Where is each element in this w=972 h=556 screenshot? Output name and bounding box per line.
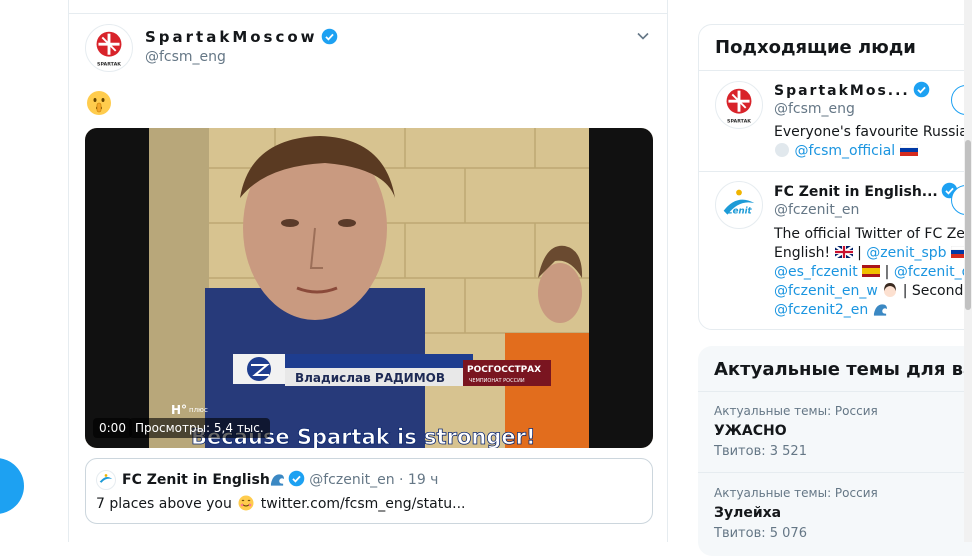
wave-emoji-icon: [270, 474, 284, 486]
trend-category: Актуальные темы: Россия: [714, 404, 878, 418]
trends-panel: Актуальные темы для вас Актуальные темы:…: [698, 346, 972, 556]
svg-text:Zenit: Zenit: [725, 207, 752, 217]
chevron-down-icon[interactable]: [635, 28, 651, 44]
video-timestamp: 0:00: [93, 418, 132, 438]
caption-sponsor: РОСГОССТРАХ: [467, 365, 541, 375]
wave-emoji-icon: [873, 304, 887, 316]
quoted-tweet-text: 7 places above you twitter.com/fcsm_eng/…: [96, 495, 466, 512]
zenit-avatar-small: [96, 470, 116, 490]
svg-text:SPARTAK: SPARTAK: [727, 118, 751, 124]
suggested-user-bio: The official Twitter of FC Zenit English…: [774, 226, 972, 318]
quoted-separator: ·: [399, 472, 404, 488]
channel-badge: Н°: [171, 403, 187, 417]
spain-flag-icon: [862, 265, 881, 277]
suggested-user-bio: Everyone's favourite Russian te @fcsm_of…: [774, 124, 972, 159]
verified-badge-icon: [288, 470, 305, 487]
svg-text:SPARTAK: SPARTAK: [97, 61, 121, 67]
quoted-tweet[interactable]: FC Zenit in English @fczenit_en · 19 ч 7…: [85, 458, 653, 524]
trend-tweet-count: Твитов: 3 521: [714, 444, 807, 459]
video-view-count: Просмотры: 5,4 тыс.: [129, 418, 270, 438]
caption-sponsor-sub: ЧЕМПИОНАТ РОССИИ: [469, 378, 525, 384]
timeline-column: SPARTAK SpartakMoscow @fcsm_eng Владисла…: [68, 0, 668, 542]
zenit-logo-icon: [99, 474, 113, 483]
russia-flag-icon: [899, 144, 918, 156]
trend-name: УЖАСНО: [714, 423, 787, 439]
zenit-user-avatar[interactable]: Zenit: [715, 181, 763, 229]
trend-category: Актуальные темы: Россия: [714, 486, 878, 500]
verified-badge-icon: [913, 81, 930, 98]
who-to-follow-panel: Подходящие люди SPARTAK SpartakMos... @f…: [698, 24, 972, 330]
quoted-author-handle: @fczenit_en: [309, 472, 395, 488]
suggested-user-name[interactable]: FC Zenit in English...: [774, 182, 958, 200]
caption-player-name: Владислав РАДИМОВ: [295, 371, 445, 385]
tweet-author-name[interactable]: SpartakMoscow: [145, 28, 338, 46]
video-player[interactable]: Владислав РАДИМОВ РОСГОССТРАХ ЧЕМПИОНАТ …: [85, 128, 653, 448]
scrollbar-thumb[interactable]: [965, 140, 971, 310]
verified-badge-icon: [321, 28, 337, 45]
spartak-logo-icon: SPARTAK: [96, 31, 122, 67]
smiling-face-emoji-icon: [238, 495, 254, 511]
spartak-logo-icon: SPARTAK: [726, 88, 752, 124]
white-circle-emoji-icon: [775, 143, 789, 157]
video-frame: Владислав РАДИМОВ РОСГОССТРАХ ЧЕМПИОНАТ …: [85, 128, 653, 448]
compose-tweet-button[interactable]: [0, 458, 24, 514]
uk-flag-icon: [834, 246, 853, 258]
zenit-logo-icon: Zenit: [723, 189, 755, 217]
trend-tweet-count: Твитов: 5 076: [714, 526, 807, 541]
tweet-author-handle[interactable]: @fcsm_eng: [145, 49, 226, 65]
suggested-user-handle[interactable]: @fcsm_eng: [774, 101, 855, 117]
quoted-time: 19 ч: [407, 472, 439, 488]
suggested-user-handle[interactable]: @fczenit_en: [774, 202, 859, 218]
quoted-tweet-header: FC Zenit in English @fczenit_en · 19 ч: [122, 470, 438, 488]
divider: [698, 472, 972, 473]
divider: [698, 391, 972, 392]
previous-tweet-divider: [69, 0, 667, 14]
trends-title: Актуальные темы для вас: [714, 359, 972, 380]
spartak-avatar[interactable]: SPARTAK: [85, 24, 133, 72]
quoted-author-name: FC Zenit in English: [122, 472, 270, 488]
shushing-face-emoji-icon: [87, 91, 111, 115]
suggested-user-name[interactable]: SpartakMos...: [774, 81, 930, 99]
trend-name: Зулейха: [714, 505, 782, 521]
channel-badge-sub: плюс: [189, 406, 208, 414]
woman-emoji-icon: [884, 283, 897, 297]
divider: [699, 171, 972, 172]
divider: [699, 70, 972, 71]
who-to-follow-title: Подходящие люди: [715, 37, 916, 58]
spartak-user-avatar[interactable]: SPARTAK: [715, 81, 763, 129]
